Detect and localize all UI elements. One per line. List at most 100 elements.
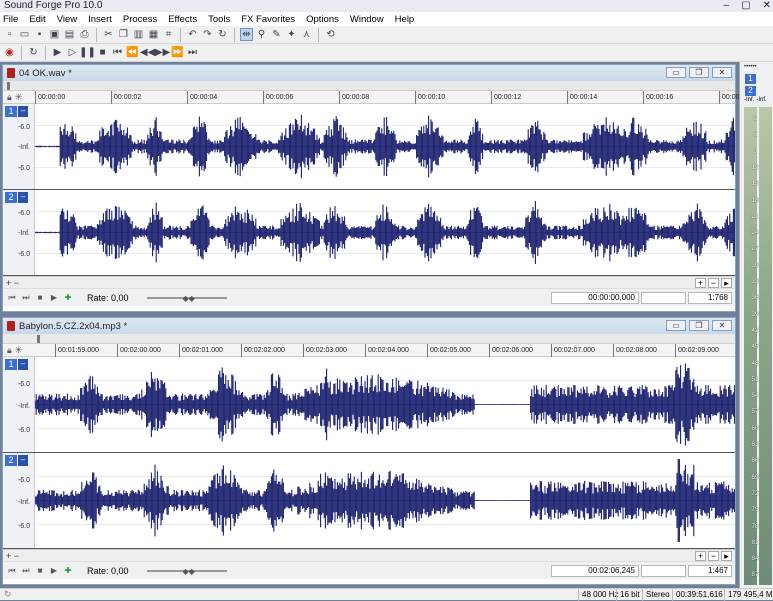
horizontal-scrollbar[interactable]: + − + − ▸ bbox=[3, 276, 735, 288]
go-start-icon[interactable]: ⏮ bbox=[111, 46, 124, 59]
slider-thumb-icon[interactable]: ◆◆ bbox=[183, 294, 195, 303]
channel-toggle[interactable]: – bbox=[18, 106, 28, 117]
menu-edit[interactable]: Edit bbox=[29, 14, 45, 25]
close-button[interactable]: ✕ bbox=[763, 0, 771, 12]
doc-close-button[interactable]: ✕ bbox=[712, 320, 732, 331]
waveform[interactable] bbox=[35, 453, 735, 548]
pencil-tool-icon[interactable]: ✎ bbox=[270, 28, 283, 41]
zoom-in-time-icon[interactable]: + − bbox=[6, 278, 19, 288]
go-end-icon[interactable]: ⏭ bbox=[21, 566, 31, 576]
redo-icon[interactable]: ↷ bbox=[201, 28, 214, 41]
menu-options[interactable]: Options bbox=[306, 14, 339, 25]
status-sample-rate[interactable]: 48 000 Hz bbox=[578, 589, 618, 601]
lock-icon[interactable]: 🔒︎ bbox=[7, 345, 12, 356]
status-channels[interactable]: Stereo bbox=[642, 589, 670, 601]
snap-icon[interactable]: ✳ bbox=[15, 345, 23, 356]
pause-icon[interactable]: ❚❚ bbox=[79, 46, 96, 59]
doc-close-button[interactable]: ✕ bbox=[712, 67, 732, 78]
crop-icon[interactable]: ⌗ bbox=[162, 28, 175, 41]
zoom-out-icon[interactable]: − bbox=[708, 278, 719, 288]
maximize-button[interactable]: ▢ bbox=[741, 0, 750, 12]
repeat-icon[interactable]: ↻ bbox=[216, 28, 229, 41]
menu-fx-favorites[interactable]: FX Favorites bbox=[241, 14, 295, 25]
mix-icon[interactable]: ▦ bbox=[147, 28, 160, 41]
overview-bar[interactable] bbox=[3, 334, 735, 344]
menu-process[interactable]: Process bbox=[123, 14, 157, 25]
play-icon[interactable]: ▷ bbox=[66, 46, 79, 59]
lock-icon[interactable]: 🔒︎ bbox=[7, 92, 12, 103]
menu-tools[interactable]: Tools bbox=[208, 14, 230, 25]
time-ruler[interactable]: 🔒︎ ✳ 00:00:00 00:00:02 00:00:04 00:00:06 00:0… bbox=[3, 91, 741, 104]
channel-toggle[interactable]: – bbox=[18, 455, 28, 466]
record-icon[interactable]: ◉ bbox=[3, 46, 16, 59]
stop-icon[interactable]: ■ bbox=[35, 566, 45, 576]
status-bit-depth[interactable]: 16 bit bbox=[616, 589, 640, 601]
menu-insert[interactable]: Insert bbox=[88, 14, 112, 25]
paste-icon[interactable]: ▥ bbox=[132, 28, 145, 41]
scroll-right-icon[interactable]: ▸ bbox=[721, 551, 732, 561]
envelope-tool-icon[interactable]: ⋏ bbox=[300, 28, 313, 41]
go-end-icon[interactable]: ⏭ bbox=[186, 46, 199, 59]
stop-icon[interactable]: ■ bbox=[35, 293, 45, 303]
rewind-icon[interactable]: ◀◀ bbox=[140, 46, 155, 59]
print-icon[interactable]: ⎙ bbox=[78, 28, 91, 41]
zoom-out-icon[interactable]: − bbox=[708, 551, 719, 561]
menu-window[interactable]: Window bbox=[350, 14, 384, 25]
slider-thumb-icon[interactable]: ◆◆ bbox=[183, 567, 195, 576]
add-icon[interactable]: ✚ bbox=[63, 566, 73, 576]
meter-channel-2[interactable]: 2 bbox=[745, 86, 756, 96]
prev-marker-icon[interactable]: ⏪ bbox=[126, 46, 139, 59]
rate-slider[interactable]: ◆◆ bbox=[146, 293, 227, 303]
time-ruler[interactable]: 🔒︎ ✳ 00:01:59.000 00:02:00.000 00:02:01.000… bbox=[3, 344, 735, 357]
zoom-in-time-icon[interactable]: + − bbox=[6, 551, 19, 561]
add-icon[interactable]: ✚ bbox=[63, 293, 73, 303]
channel-number[interactable]: 2 bbox=[5, 192, 17, 203]
overview-cursor[interactable] bbox=[7, 82, 10, 90]
play-all-icon[interactable]: ▶ bbox=[51, 46, 64, 59]
play-icon[interactable]: ▶ bbox=[49, 293, 59, 303]
meter-header[interactable]: •••••• bbox=[740, 62, 773, 72]
overview-bar[interactable] bbox=[3, 81, 735, 91]
next-marker-icon[interactable]: ⏩ bbox=[171, 46, 184, 59]
menu-file[interactable]: File bbox=[3, 14, 18, 25]
waveform[interactable] bbox=[35, 190, 735, 275]
doc-minimize-button[interactable]: ▭ bbox=[666, 320, 686, 331]
channel-number[interactable]: 1 bbox=[5, 359, 17, 370]
zoom-in-icon[interactable]: + bbox=[695, 551, 706, 561]
channel-1[interactable]: 1– -6.0 -Inf. -6.0 bbox=[3, 357, 735, 453]
copy-icon[interactable]: ❐ bbox=[117, 28, 130, 41]
waveform[interactable] bbox=[35, 104, 735, 189]
menu-effects[interactable]: Effects bbox=[168, 14, 197, 25]
open-icon[interactable]: ▭ bbox=[18, 28, 31, 41]
cut-icon[interactable]: ✂ bbox=[102, 28, 115, 41]
channel-number[interactable]: 2 bbox=[5, 455, 17, 466]
channel-toggle[interactable]: – bbox=[18, 192, 28, 203]
menu-view[interactable]: View bbox=[57, 14, 77, 25]
magnify-tool-icon[interactable]: ⚲ bbox=[255, 28, 268, 41]
channel-number[interactable]: 1 bbox=[5, 106, 17, 117]
undo-icon[interactable]: ↶ bbox=[186, 28, 199, 41]
doc-restore-button[interactable]: ❐ bbox=[689, 320, 709, 331]
loop-icon[interactable]: ↻ bbox=[27, 46, 40, 59]
channel-1[interactable]: 1– -6.0 -Inf. -6.0 bbox=[3, 104, 735, 190]
rate-slider[interactable]: ◆◆ bbox=[146, 566, 227, 576]
doc-minimize-button[interactable]: ▭ bbox=[666, 67, 686, 78]
channel-2[interactable]: 2– -6.0 -Inf. -6.0 bbox=[3, 453, 735, 549]
channel-toggle[interactable]: – bbox=[18, 359, 28, 370]
render-icon[interactable]: ▤ bbox=[63, 28, 76, 41]
save-all-icon[interactable]: ▣ bbox=[48, 28, 61, 41]
go-start-icon[interactable]: ⏮ bbox=[7, 293, 17, 303]
go-end-icon[interactable]: ⏭ bbox=[21, 293, 31, 303]
go-start-icon[interactable]: ⏮ bbox=[7, 566, 17, 576]
menu-help[interactable]: Help bbox=[395, 14, 415, 25]
zoom-in-icon[interactable]: + bbox=[695, 278, 706, 288]
save-icon[interactable]: ▪ bbox=[33, 28, 46, 41]
zoom-tool-icon[interactable]: ⟲ bbox=[324, 28, 337, 41]
meter-channel-1[interactable]: 1 bbox=[745, 74, 756, 84]
overview-cursor[interactable] bbox=[37, 335, 40, 343]
edit-tool-icon[interactable]: ⇹ bbox=[240, 28, 253, 41]
doc-restore-button[interactable]: ❐ bbox=[689, 67, 709, 78]
snap-icon[interactable]: ✳ bbox=[15, 92, 23, 103]
scroll-right-icon[interactable]: ▸ bbox=[721, 278, 732, 288]
waveform[interactable] bbox=[35, 357, 735, 452]
